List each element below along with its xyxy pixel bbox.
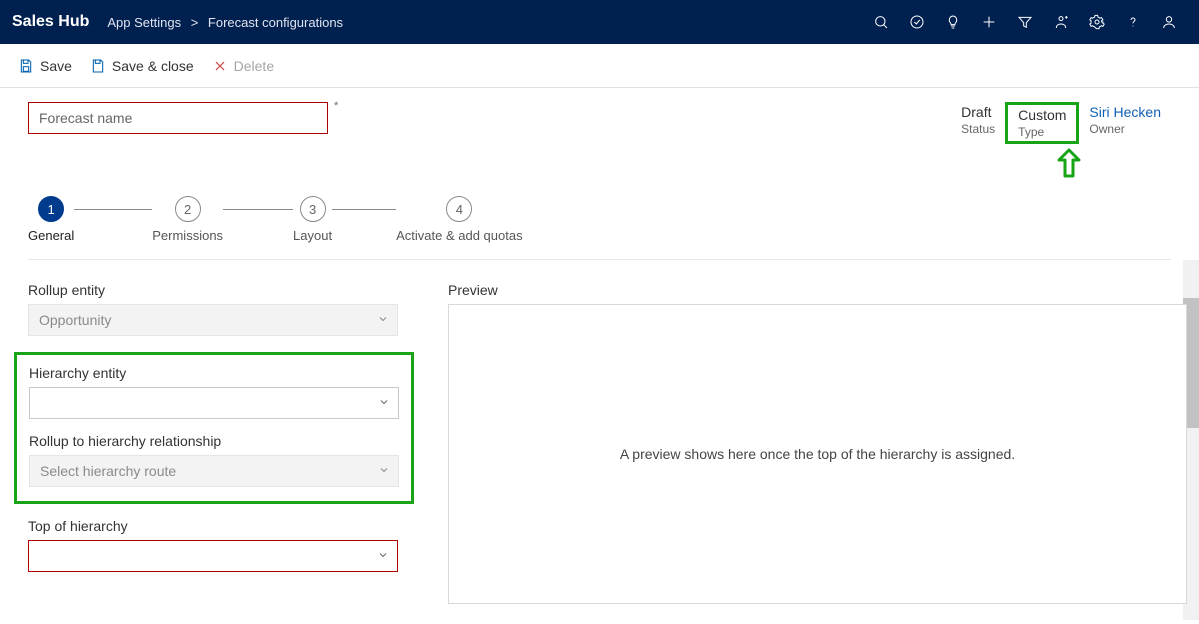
step-activate[interactable]: 4 Activate & add quotas <box>396 196 522 243</box>
step-layout[interactable]: 3 Layout <box>293 196 332 243</box>
field-rollup-relationship: Rollup to hierarchy relationship Select … <box>29 433 399 487</box>
top-nav-bar: Sales Hub App Settings > Forecast config… <box>0 0 1199 44</box>
preview-box: A preview shows here once the top of the… <box>448 304 1187 604</box>
highlight-arrow-icon <box>1055 148 1083 178</box>
meta-type-label: Type <box>1018 125 1066 139</box>
required-indicator: * <box>334 100 338 112</box>
preview-panel: Preview A preview shows here once the to… <box>448 282 1187 604</box>
wizard-stepper: 1 General 2 Permissions 3 Layout 4 Activ… <box>0 178 1199 253</box>
chevron-down-icon <box>378 463 390 479</box>
save-button[interactable]: Save <box>18 58 72 74</box>
rollup-relationship-placeholder: Select hierarchy route <box>40 463 176 479</box>
save-close-icon <box>90 58 106 74</box>
meta-status-label: Status <box>961 122 995 136</box>
header-meta: Draft Status Custom Type Siri Hecken Own… <box>951 102 1171 144</box>
lightbulb-icon[interactable] <box>935 0 971 44</box>
rollup-entity-select[interactable]: Opportunity <box>28 304 398 336</box>
field-rollup-entity: Rollup entity Opportunity <box>28 282 428 336</box>
meta-owner-label: Owner <box>1089 122 1161 136</box>
rollup-entity-value: Opportunity <box>39 312 111 328</box>
form-body: Rollup entity Opportunity Hierarchy enti… <box>0 260 1199 624</box>
meta-owner: Siri Hecken Owner <box>1079 102 1171 144</box>
forecast-name-input[interactable] <box>28 102 328 134</box>
hierarchy-entity-select[interactable] <box>29 387 399 419</box>
task-icon[interactable] <box>899 0 935 44</box>
hierarchy-entity-label: Hierarchy entity <box>29 365 399 381</box>
field-top-of-hierarchy: Top of hierarchy <box>28 518 428 572</box>
preview-empty-text: A preview shows here once the top of the… <box>620 446 1015 462</box>
breadcrumb: App Settings > Forecast configurations <box>107 15 343 30</box>
command-bar: Save Save & close Delete <box>0 44 1199 88</box>
app-brand: Sales Hub <box>12 13 89 31</box>
save-label: Save <box>40 58 72 74</box>
chevron-down-icon <box>377 312 389 328</box>
help-icon[interactable] <box>1115 0 1151 44</box>
highlighted-group: Hierarchy entity Rollup to hierarchy rel… <box>14 352 414 504</box>
rollup-relationship-select[interactable]: Select hierarchy route <box>29 455 399 487</box>
save-close-button[interactable]: Save & close <box>90 58 194 74</box>
meta-type-value: Custom <box>1018 107 1066 123</box>
breadcrumb-parent[interactable]: App Settings <box>107 15 181 30</box>
rollup-entity-label: Rollup entity <box>28 282 428 298</box>
step-general[interactable]: 1 General <box>28 196 74 243</box>
step-permissions[interactable]: 2 Permissions <box>152 196 223 243</box>
preview-label: Preview <box>448 282 1187 298</box>
chevron-down-icon <box>377 548 389 564</box>
search-icon[interactable] <box>863 0 899 44</box>
meta-type: Custom Type <box>1005 102 1079 144</box>
delete-label: Delete <box>234 58 274 74</box>
top-of-hierarchy-select[interactable] <box>28 540 398 572</box>
chevron-down-icon <box>378 395 390 411</box>
save-close-label: Save & close <box>112 58 194 74</box>
field-hierarchy-entity: Hierarchy entity <box>29 365 399 419</box>
meta-status: Draft Status <box>951 102 1005 144</box>
settings-icon[interactable] <box>1079 0 1115 44</box>
meta-owner-value[interactable]: Siri Hecken <box>1089 104 1161 120</box>
breadcrumb-separator: > <box>191 15 199 30</box>
add-icon[interactable] <box>971 0 1007 44</box>
account-icon[interactable] <box>1151 0 1187 44</box>
meta-status-value: Draft <box>961 104 995 120</box>
breadcrumb-current: Forecast configurations <box>208 15 343 30</box>
delete-icon <box>212 58 228 74</box>
delete-button[interactable]: Delete <box>212 58 274 74</box>
rollup-relationship-label: Rollup to hierarchy relationship <box>29 433 399 449</box>
filter-icon[interactable] <box>1007 0 1043 44</box>
form-left-column: Rollup entity Opportunity Hierarchy enti… <box>28 282 428 604</box>
top-of-hierarchy-label: Top of hierarchy <box>28 518 428 534</box>
save-icon <box>18 58 34 74</box>
form-header: * Draft Status Custom Type Siri Hecken O… <box>0 88 1199 144</box>
assistant-icon[interactable] <box>1043 0 1079 44</box>
